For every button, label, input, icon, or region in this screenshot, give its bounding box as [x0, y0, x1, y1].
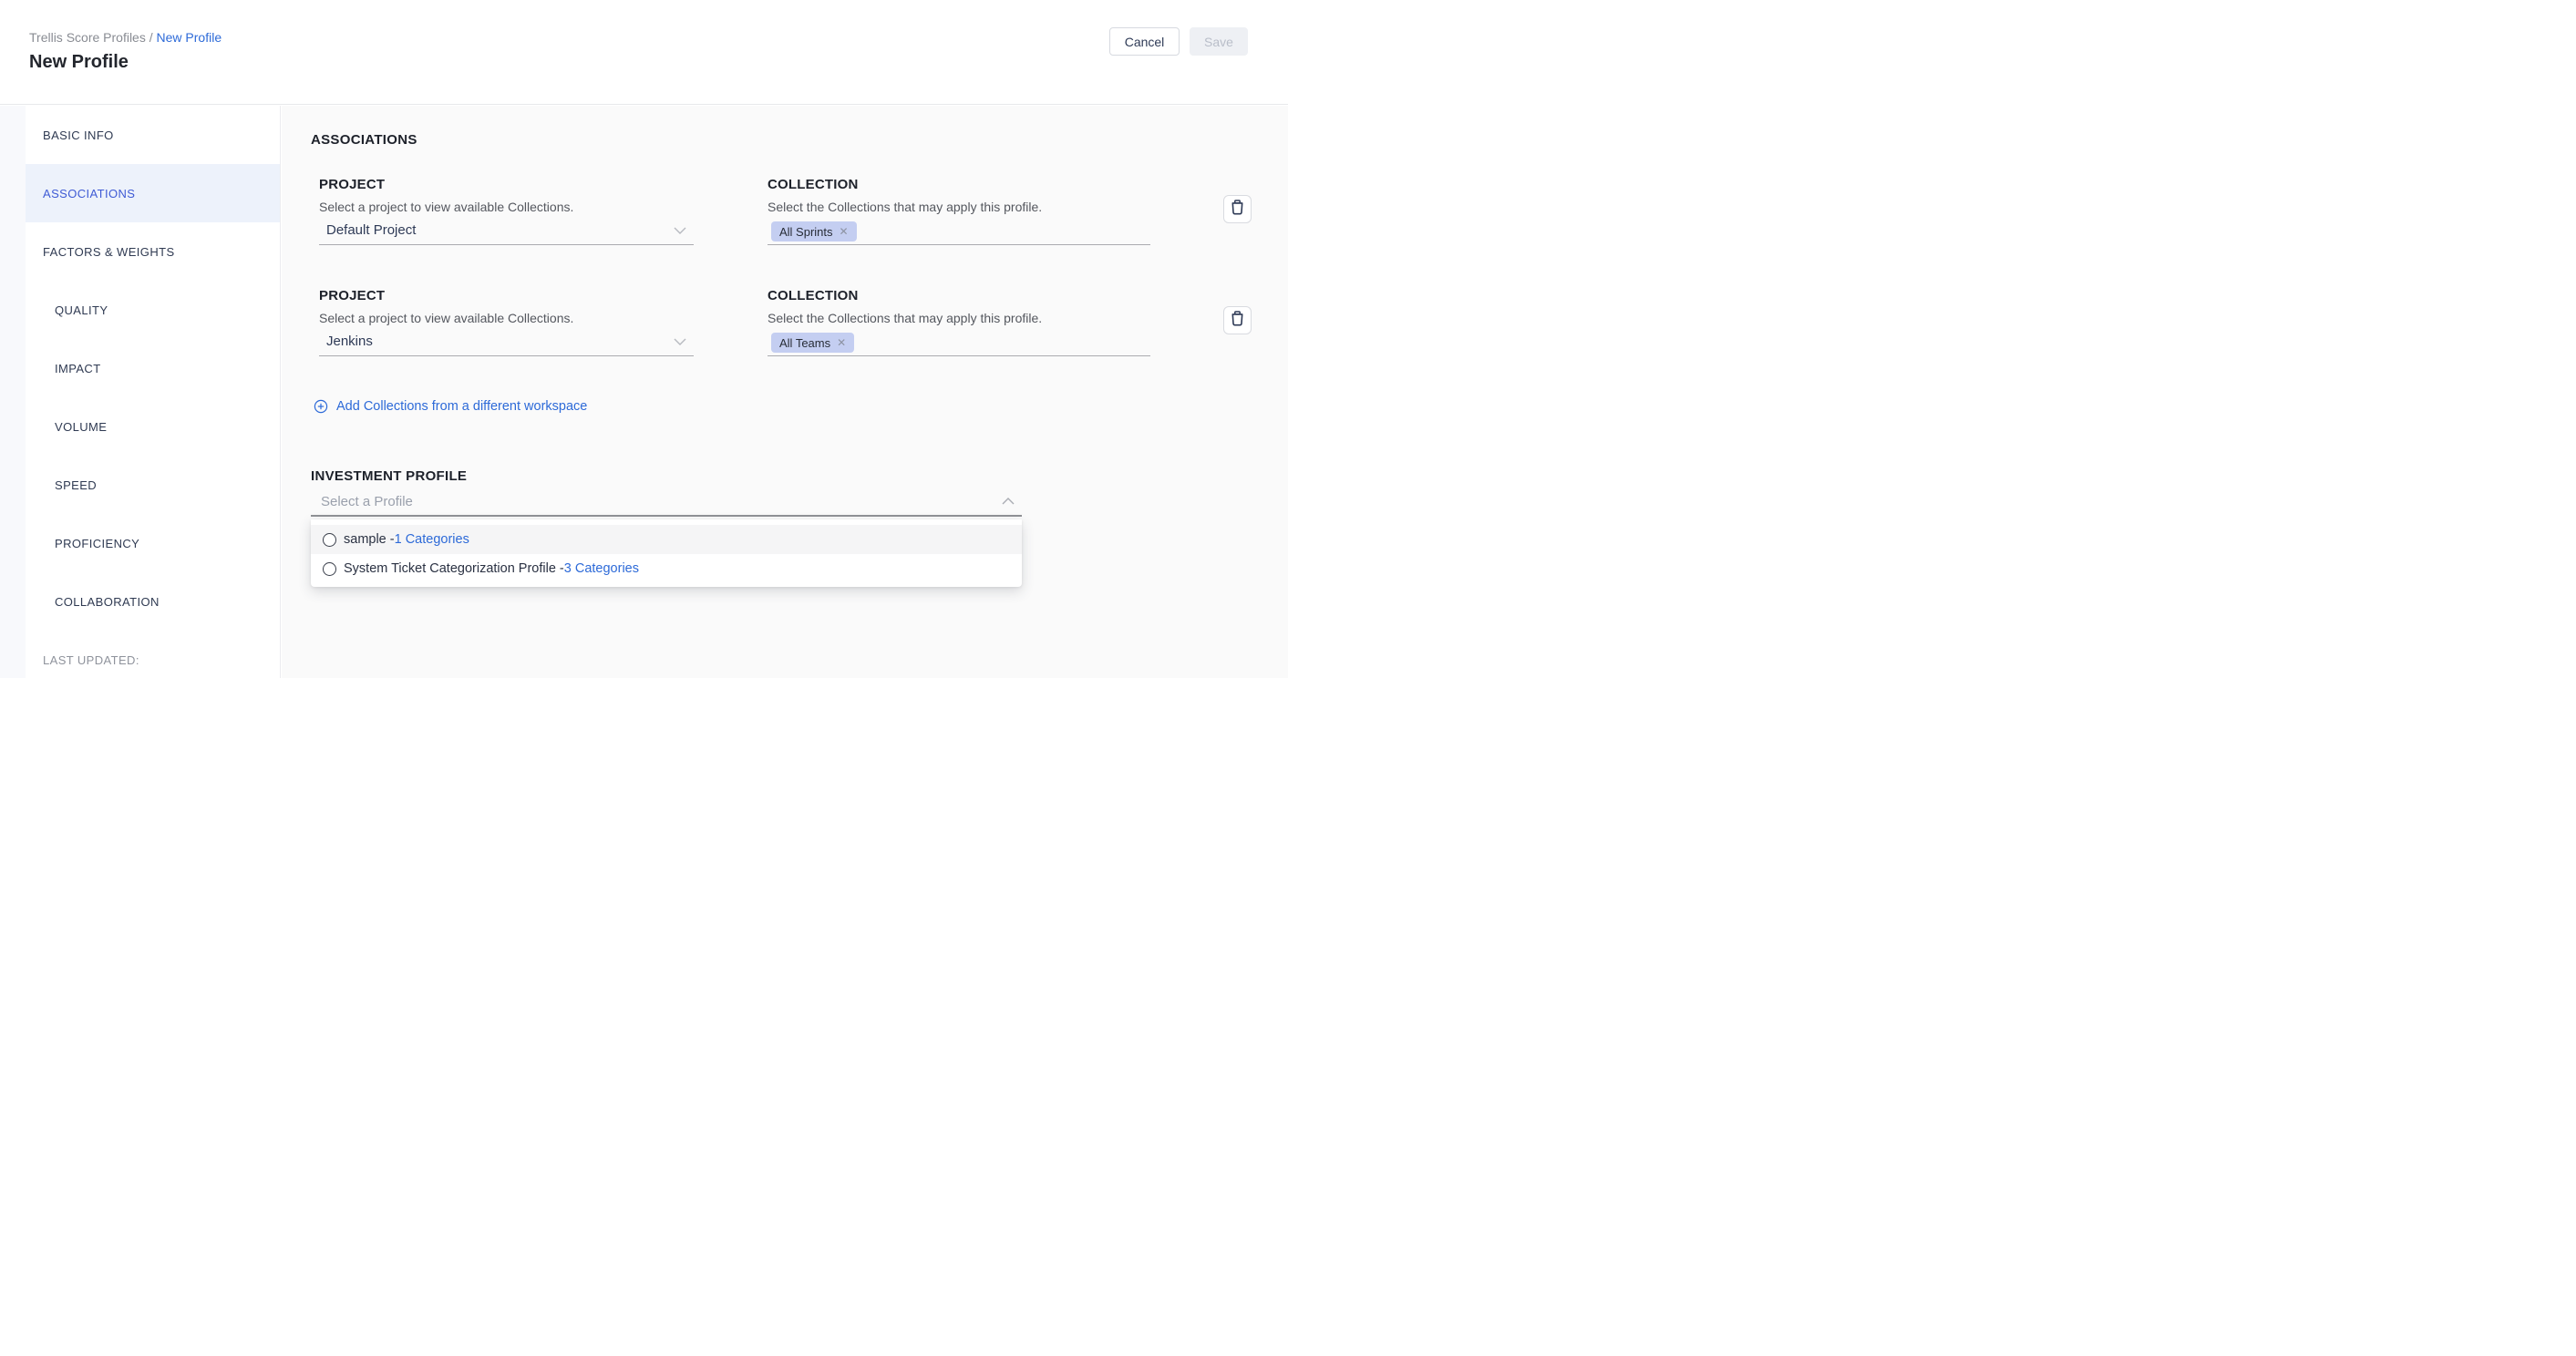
save-button[interactable]: Save — [1190, 27, 1248, 56]
radio-icon[interactable] — [323, 562, 336, 576]
sidebar-item-factors-weights[interactable]: FACTORS & WEIGHTS — [26, 222, 280, 281]
project-select[interactable]: Jenkins — [319, 330, 694, 356]
trash-icon — [1231, 200, 1244, 220]
profile-option-categories-link[interactable]: 3 Categories — [564, 561, 639, 576]
chevron-up-icon — [1002, 498, 1015, 505]
delete-association-button[interactable] — [1223, 306, 1252, 334]
project-description: Select a project to view available Colle… — [319, 311, 573, 325]
chevron-down-icon — [674, 227, 686, 234]
trash-icon — [1231, 311, 1244, 331]
app-left-gutter — [0, 106, 26, 678]
profile-option-name: sample -1 Categories — [344, 532, 469, 547]
chevron-down-icon — [674, 338, 686, 345]
project-label: PROJECT — [319, 177, 385, 192]
associations-section-title: ASSOCIATIONS — [311, 132, 417, 148]
collection-description: Select the Collections that may apply th… — [768, 311, 1042, 325]
cancel-button[interactable]: Cancel — [1109, 27, 1180, 56]
project-description: Select a project to view available Colle… — [319, 200, 573, 214]
sidebar-item-volume[interactable]: VOLUME — [26, 397, 280, 456]
radio-icon[interactable] — [323, 533, 336, 547]
app-window: Trellis Score Profiles / New Profile New… — [0, 0, 1288, 678]
header-actions: Cancel Save — [1109, 27, 1248, 56]
collection-tag: All Sprints ✕ — [771, 221, 857, 241]
profile-option-sample[interactable]: sample -1 Categories — [311, 525, 1022, 554]
sidebar-item-associations[interactable]: ASSOCIATIONS — [26, 164, 280, 222]
collection-select[interactable]: All Teams ✕ — [768, 330, 1150, 356]
investment-profile-title: INVESTMENT PROFILE — [311, 468, 467, 484]
last-updated-label: LAST UPDATED: — [26, 631, 280, 678]
page-header: Trellis Score Profiles / New Profile New… — [0, 0, 1288, 105]
breadcrumb-separator: / — [146, 30, 157, 45]
investment-profile-placeholder: Select a Profile — [321, 494, 413, 509]
delete-association-button[interactable] — [1223, 195, 1252, 223]
sidebar: BASIC INFO ASSOCIATIONS FACTORS & WEIGHT… — [26, 106, 281, 678]
project-label: PROJECT — [319, 288, 385, 303]
main-content: ASSOCIATIONS PROJECT Select a project to… — [282, 106, 1288, 678]
sidebar-item-impact[interactable]: IMPACT — [26, 339, 280, 397]
breadcrumb: Trellis Score Profiles / New Profile — [29, 30, 222, 45]
collection-tag: All Teams ✕ — [771, 333, 854, 353]
add-collections-link[interactable]: Add Collections from a different workspa… — [314, 399, 587, 414]
close-icon[interactable]: ✕ — [837, 337, 846, 348]
sidebar-item-speed[interactable]: SPEED — [26, 456, 280, 514]
plus-circle-icon — [314, 399, 328, 414]
investment-profile-select[interactable]: Select a Profile — [311, 488, 1022, 517]
project-select-value: Jenkins — [326, 334, 373, 349]
collection-select[interactable]: All Sprints ✕ — [768, 219, 1150, 245]
breadcrumb-root-link[interactable]: Trellis Score Profiles — [29, 30, 146, 45]
breadcrumb-current-link[interactable]: New Profile — [157, 30, 222, 45]
collection-tag-label: All Teams — [779, 336, 830, 350]
profile-option-system-ticket[interactable]: System Ticket Categorization Profile -3 … — [311, 554, 1022, 583]
add-collections-link-label: Add Collections from a different workspa… — [336, 399, 587, 414]
project-select[interactable]: Default Project — [319, 219, 694, 245]
sidebar-item-quality[interactable]: QUALITY — [26, 281, 280, 339]
profile-option-categories-link[interactable]: 1 Categories — [395, 532, 469, 547]
project-select-value: Default Project — [326, 222, 416, 238]
investment-profile-dropdown: sample -1 Categories System Ticket Categ… — [311, 519, 1022, 587]
sidebar-item-basic-info[interactable]: BASIC INFO — [26, 106, 280, 164]
profile-option-name: System Ticket Categorization Profile -3 … — [344, 561, 639, 576]
sidebar-item-collaboration[interactable]: COLLABORATION — [26, 572, 280, 631]
page-title: New Profile — [29, 52, 129, 73]
collection-label: COLLECTION — [768, 288, 859, 303]
collection-description: Select the Collections that may apply th… — [768, 200, 1042, 214]
collection-label: COLLECTION — [768, 177, 859, 192]
collection-tag-label: All Sprints — [779, 225, 833, 239]
close-icon[interactable]: ✕ — [840, 226, 849, 237]
sidebar-item-proficiency[interactable]: PROFICIENCY — [26, 514, 280, 572]
